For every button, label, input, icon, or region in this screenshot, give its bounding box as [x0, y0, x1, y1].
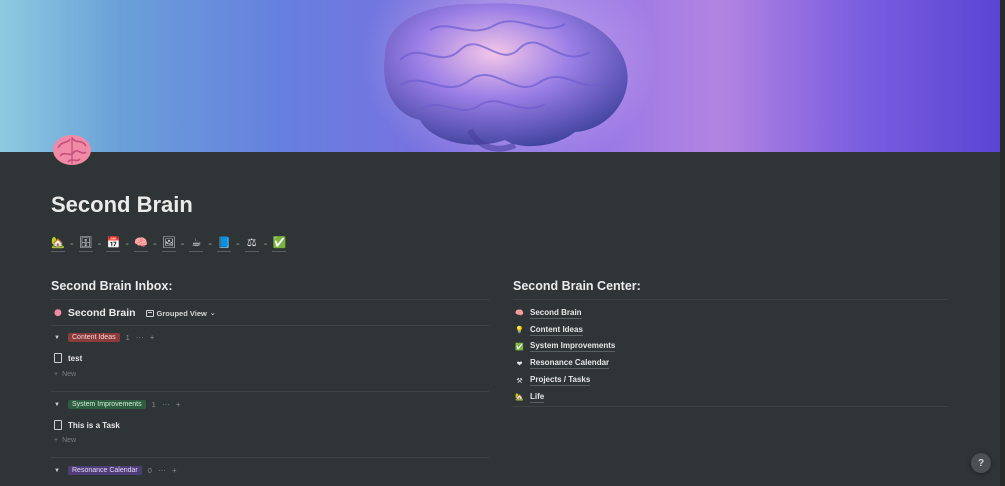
center-link-label: System Improvements	[530, 341, 616, 353]
center-heading: Second Brain Center:	[513, 279, 641, 293]
group-tag: System Improvements	[68, 400, 146, 409]
view-label: Grouped View	[156, 308, 207, 318]
nav-separator: -	[125, 238, 130, 250]
center-link[interactable]: 💡 Content Ideas	[515, 322, 615, 339]
list-item[interactable]: test	[54, 353, 82, 363]
cover-image	[0, 0, 1000, 152]
database-divider	[51, 325, 489, 326]
heart-icon: ❤	[516, 359, 523, 368]
center-link[interactable]: 🧠 Second Brain	[515, 305, 615, 322]
item-title: This is a Task	[68, 420, 120, 430]
nav-separator: -	[70, 238, 74, 250]
nav-separator: -	[208, 238, 213, 250]
brain-icon: ●	[54, 308, 62, 318]
more-options-icon[interactable]: ···	[162, 400, 170, 409]
inbox-heading: Second Brain Inbox:	[51, 279, 173, 293]
toggle-triangle-icon[interactable]: ▼	[54, 468, 62, 474]
center-link-label: Projects / Tasks	[530, 375, 591, 387]
page-icon	[54, 420, 62, 430]
plus-icon: +	[54, 437, 59, 444]
group-count: 0	[147, 466, 152, 475]
center-link[interactable]: ⚒ Projects / Tasks	[515, 372, 615, 389]
toggle-triangle-icon[interactable]: ▼	[54, 335, 62, 341]
group-divider	[51, 391, 489, 392]
brain-icon[interactable]: 🧠	[134, 236, 149, 252]
center-divider	[513, 299, 948, 300]
group-header: ▼ System Improvements 1 ··· +	[54, 400, 180, 409]
group-tag: Resonance Calendar	[68, 466, 142, 475]
check-mark-icon[interactable]: ✅	[272, 236, 287, 252]
nav-separator: -	[153, 238, 157, 250]
nav-separator: -	[97, 238, 102, 250]
more-options-icon[interactable]: ···	[158, 466, 166, 475]
center-link-label: Resonance Calendar	[530, 358, 610, 370]
toggle-triangle-icon[interactable]: ▼	[54, 402, 62, 408]
coffee-icon[interactable]: ☕	[189, 236, 204, 252]
inbox-divider	[51, 299, 489, 300]
tools-icon: ⚒	[516, 376, 523, 385]
brain-icon[interactable]	[50, 130, 94, 170]
new-item-button[interactable]: + New	[54, 371, 76, 378]
database-title[interactable]: Second Brain	[68, 307, 136, 319]
house-icon[interactable]: 🏡	[51, 236, 65, 252]
board-view-icon	[145, 309, 154, 317]
list-item[interactable]: This is a Task	[54, 420, 120, 430]
group-header: ▼ Resonance Calendar 0 ··· +	[54, 466, 177, 475]
center-link[interactable]: ✅ System Improvements	[515, 339, 616, 356]
page-title: Second Brain	[51, 192, 193, 217]
check-mark-icon: ✅	[515, 342, 524, 351]
light-bulb-icon: 💡	[515, 326, 524, 335]
framed-picture-icon[interactable]: 🖼	[161, 236, 176, 252]
scrollbar[interactable]	[1000, 0, 1005, 486]
new-label: New	[62, 371, 77, 378]
center-bottom-divider	[513, 406, 948, 407]
group-tag: Content Ideas	[68, 333, 120, 342]
center-link-label: Second Brain	[530, 307, 582, 319]
scales-icon[interactable]: ⚖	[244, 236, 259, 252]
group-count: 1	[125, 333, 130, 342]
group-header: ▼ Content Ideas 1 ··· +	[54, 333, 154, 342]
new-item-button[interactable]: + New	[54, 437, 76, 444]
plus-icon: +	[54, 371, 59, 378]
center-link[interactable]: ❤ Resonance Calendar	[515, 355, 615, 372]
chevron-down-icon: ⌄	[209, 310, 216, 317]
help-button[interactable]: ?	[971, 453, 991, 473]
page-icon	[54, 353, 62, 363]
nav-separator: -	[180, 238, 185, 250]
calendar-icon[interactable]: 📅	[106, 236, 121, 252]
nav-separator: -	[236, 238, 240, 250]
brain-illustration	[384, 3, 628, 152]
new-label: New	[62, 437, 77, 444]
brain-icon: 🧠	[515, 309, 524, 318]
add-icon[interactable]: +	[150, 333, 155, 342]
database-header: ● Second Brain Grouped View ⌄	[54, 307, 216, 319]
nav-separator: -	[263, 238, 268, 250]
emoji-nav: 🏡 - 🗄 - 📅 - 🧠 - 🖼 - ☕ - 📘 - ⚖ - ✅	[51, 236, 287, 252]
more-options-icon[interactable]: ···	[136, 333, 144, 342]
group-count: 1	[151, 400, 156, 409]
group-divider	[51, 457, 489, 458]
house-icon: 🏡	[515, 393, 524, 402]
add-icon[interactable]: +	[176, 400, 181, 409]
center-link-label: Content Ideas	[530, 324, 583, 336]
center-link-label: Life	[530, 391, 545, 403]
center-links: 🧠 Second Brain 💡 Content Ideas ✅ System Impro…	[515, 305, 616, 406]
book-icon[interactable]: 📘	[217, 236, 232, 252]
add-icon[interactable]: +	[172, 466, 177, 475]
item-title: test	[68, 353, 83, 363]
view-switcher[interactable]: Grouped View ⌄	[145, 308, 216, 318]
file-cabinet-icon[interactable]: 🗄	[78, 236, 93, 252]
center-link[interactable]: 🏡 Life	[515, 389, 615, 406]
